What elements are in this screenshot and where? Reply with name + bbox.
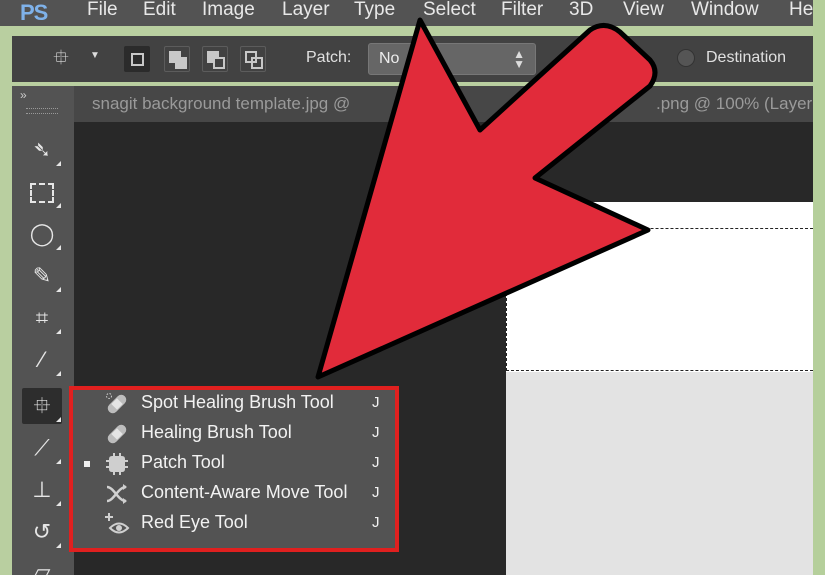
collapse-panel-icon[interactable]: »: [20, 88, 27, 102]
history-brush-tool-icon[interactable]: ↺: [22, 514, 62, 550]
destination-radio[interactable]: [677, 49, 695, 67]
photoshop-window: PS File Edit Image Layer Type Select Fil…: [0, 0, 825, 575]
marquee-tool-icon[interactable]: [22, 174, 62, 210]
add-selection-icon-b: [175, 57, 187, 69]
flyout-item-spot-healing-brush[interactable]: Spot Healing Brush Tool J: [74, 389, 396, 419]
patch-tool-icon[interactable]: ⯐: [22, 388, 62, 424]
source-label: ce: [632, 49, 649, 66]
photoshop-logo: PS: [20, 0, 48, 25]
subtract-selection-icon-b: [213, 57, 225, 69]
destination-label: Destination: [706, 49, 787, 66]
flyout-label: Content-Aware Move Tool: [141, 482, 348, 502]
new-selection-icon: [131, 53, 144, 66]
menu-layer[interactable]: Layer: [282, 0, 330, 20]
options-bar: ⯐ ▼ Patch: No ▲ ▼ ce Destination: [12, 36, 813, 82]
flyout-label: Red Eye Tool: [141, 512, 248, 532]
move-tool-icon[interactable]: ➴: [22, 132, 62, 168]
menu-file[interactable]: File: [87, 0, 118, 20]
flyout-shortcut: J: [372, 424, 380, 441]
flyout-item-patch[interactable]: Patch Tool J: [74, 449, 396, 479]
menu-type[interactable]: Type: [354, 0, 395, 20]
patch-mode-value: No: [379, 50, 400, 67]
page-border: [813, 0, 825, 575]
menu-window[interactable]: Window: [691, 0, 759, 20]
flyout-shortcut: J: [372, 454, 380, 471]
flyout-label: Patch Tool: [141, 452, 225, 472]
patch-label: Patch:: [306, 49, 352, 66]
chevron-down-icon[interactable]: ▼: [90, 50, 100, 61]
menu-edit[interactable]: Edit: [143, 0, 176, 20]
menu-image[interactable]: Image: [202, 0, 255, 20]
document-canvas[interactable]: [506, 202, 813, 575]
selection-marquee[interactable]: [506, 228, 813, 371]
tools-panel: » ➴ ◯ ✎ ⌗ ⁄ ⯐ ⟋ ⊥ ↺ ▱: [12, 86, 74, 575]
menu-3d[interactable]: 3D: [569, 0, 593, 20]
crop-tool-icon[interactable]: ⌗: [22, 300, 62, 336]
menu-select[interactable]: Select: [423, 0, 476, 20]
quick-selection-tool-icon[interactable]: ✎: [22, 258, 62, 294]
tab-title-fragment: L: [461, 94, 471, 113]
new-selection-button[interactable]: [124, 46, 150, 72]
patch-tool-preset-icon[interactable]: ⯐: [48, 46, 74, 72]
document-tab-bar: snagit background template.jpg @ L .png …: [74, 86, 825, 122]
intersect-selection-button[interactable]: [240, 46, 266, 72]
flyout-shortcut: J: [372, 514, 380, 531]
flyout-item-red-eye[interactable]: Red Eye Tool J: [74, 509, 396, 539]
intersect-selection-icon-b: [251, 57, 263, 69]
menu-filter[interactable]: Filter: [501, 0, 543, 20]
menu-bar: PS File Edit Image Layer Type Select Fil…: [0, 0, 813, 26]
flyout-label: Spot Healing Brush Tool: [141, 392, 334, 412]
eyedropper-tool-icon[interactable]: ⁄: [22, 342, 62, 378]
lasso-tool-icon[interactable]: ◯: [22, 216, 62, 252]
brush-tool-icon[interactable]: ⟋: [22, 430, 62, 466]
panel-grip[interactable]: [26, 108, 58, 114]
flyout-label: Healing Brush Tool: [141, 422, 292, 442]
menu-help[interactable]: He: [789, 0, 813, 20]
healing-tools-flyout: Spot Healing Brush Tool J Healing Brush …: [74, 389, 396, 552]
menu-view[interactable]: View: [623, 0, 664, 20]
patch-mode-select[interactable]: No ▲ ▼: [368, 43, 536, 75]
tab-layer-png[interactable]: .png @ 100% (Layer 0, R: [656, 94, 825, 114]
flyout-shortcut: J: [372, 394, 380, 411]
flyout-item-content-aware-move[interactable]: Content-Aware Move Tool J: [74, 479, 396, 509]
selected-bullet: [84, 461, 90, 467]
flyout-item-healing-brush[interactable]: Healing Brush Tool J: [74, 419, 396, 449]
patch-icon: [106, 453, 128, 475]
tab-snagit-template[interactable]: snagit background template.jpg @: [92, 94, 350, 114]
add-selection-button[interactable]: [164, 46, 190, 72]
flyout-shortcut: J: [372, 484, 380, 501]
content-aware-move-icon: [106, 484, 127, 504]
eraser-tool-icon[interactable]: ▱: [22, 554, 62, 575]
bandage-icon: [106, 393, 127, 414]
bandage-icon: [107, 424, 127, 444]
select-arrows-icon: ▲ ▼: [513, 47, 525, 71]
red-eye-icon: [105, 513, 130, 534]
clone-stamp-tool-icon[interactable]: ⊥: [22, 472, 62, 508]
subtract-selection-button[interactable]: [202, 46, 228, 72]
